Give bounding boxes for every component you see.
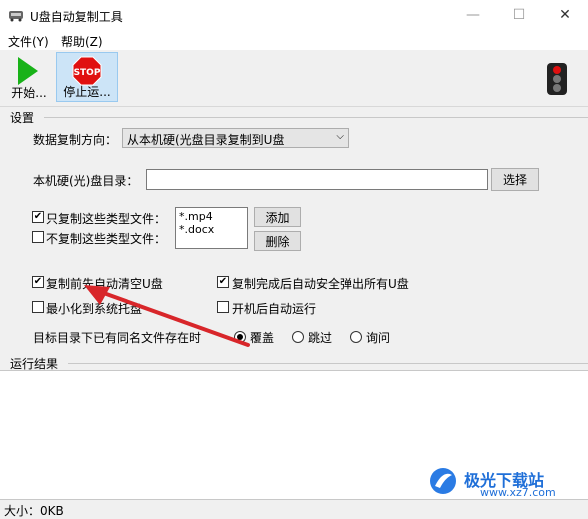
chevron-down-icon: ⌵ <box>336 131 344 142</box>
watermark-url: www.xz7.com <box>480 486 556 499</box>
maximize-button[interactable]: ☐ <box>496 0 542 30</box>
list-item[interactable]: *.docx <box>179 223 244 236</box>
settings-group-label: 设置 <box>10 111 35 125</box>
radio-ask[interactable] <box>350 331 362 343</box>
exclude-types-label: 不复制这些类型文件： <box>46 232 167 246</box>
start-label: 开始... <box>11 86 47 100</box>
stop-sign-icon: STOP <box>72 56 102 86</box>
types-listbox[interactable]: *.mp4 *.docx <box>175 207 248 249</box>
minimize-button[interactable]: — <box>450 0 496 30</box>
usb-drive-icon <box>9 11 23 22</box>
exclude-types-checkbox[interactable] <box>32 231 44 243</box>
minimize-icon: — <box>466 7 480 23</box>
dir-input[interactable] <box>146 169 488 190</box>
clear-before-checkbox[interactable]: ✔ <box>32 276 44 288</box>
results-divider <box>68 363 588 364</box>
dir-label: 本机硬(光)盘目录： <box>33 174 139 188</box>
direction-label: 数据复制方向： <box>33 133 118 147</box>
stop-button[interactable]: STOP 停止运... <box>56 52 118 102</box>
settings-divider <box>44 117 588 118</box>
status-size: 大小：0KB <box>4 504 64 518</box>
svg-text:STOP: STOP <box>74 68 101 78</box>
menu-file[interactable]: 文件(Y) <box>8 33 49 50</box>
list-item[interactable]: *.mp4 <box>179 210 244 223</box>
close-button[interactable]: ✕ <box>542 0 588 30</box>
radio-skip-label: 跳过 <box>308 331 333 345</box>
window-title: U盘自动复制工具 <box>30 10 123 24</box>
play-icon <box>18 57 38 85</box>
traffic-light-icon <box>547 63 567 95</box>
status-bar <box>0 500 588 518</box>
start-button[interactable]: 开始... <box>6 52 52 102</box>
watermark-logo-icon <box>430 468 456 494</box>
radio-skip[interactable] <box>292 331 304 343</box>
radio-ask-label: 询问 <box>366 331 391 345</box>
add-button[interactable]: 添加 <box>254 207 301 227</box>
close-icon: ✕ <box>559 7 571 23</box>
only-types-checkbox[interactable]: ✔ <box>32 211 44 223</box>
direction-value: 从本机硬(光盘目录复制到U盘 <box>127 133 285 147</box>
browse-button[interactable]: 选择 <box>491 168 539 191</box>
direction-select[interactable]: 从本机硬(光盘目录复制到U盘 ⌵ <box>122 128 349 148</box>
annotation-arrow-icon <box>84 285 250 347</box>
only-types-label: 只复制这些类型文件： <box>46 212 167 226</box>
delete-button[interactable]: 删除 <box>254 231 301 251</box>
minimize-tray-checkbox[interactable] <box>32 301 44 313</box>
menu-help[interactable]: 帮助(Z) <box>61 33 103 50</box>
maximize-icon: ☐ <box>512 7 526 23</box>
stop-label: 停止运... <box>63 85 111 99</box>
